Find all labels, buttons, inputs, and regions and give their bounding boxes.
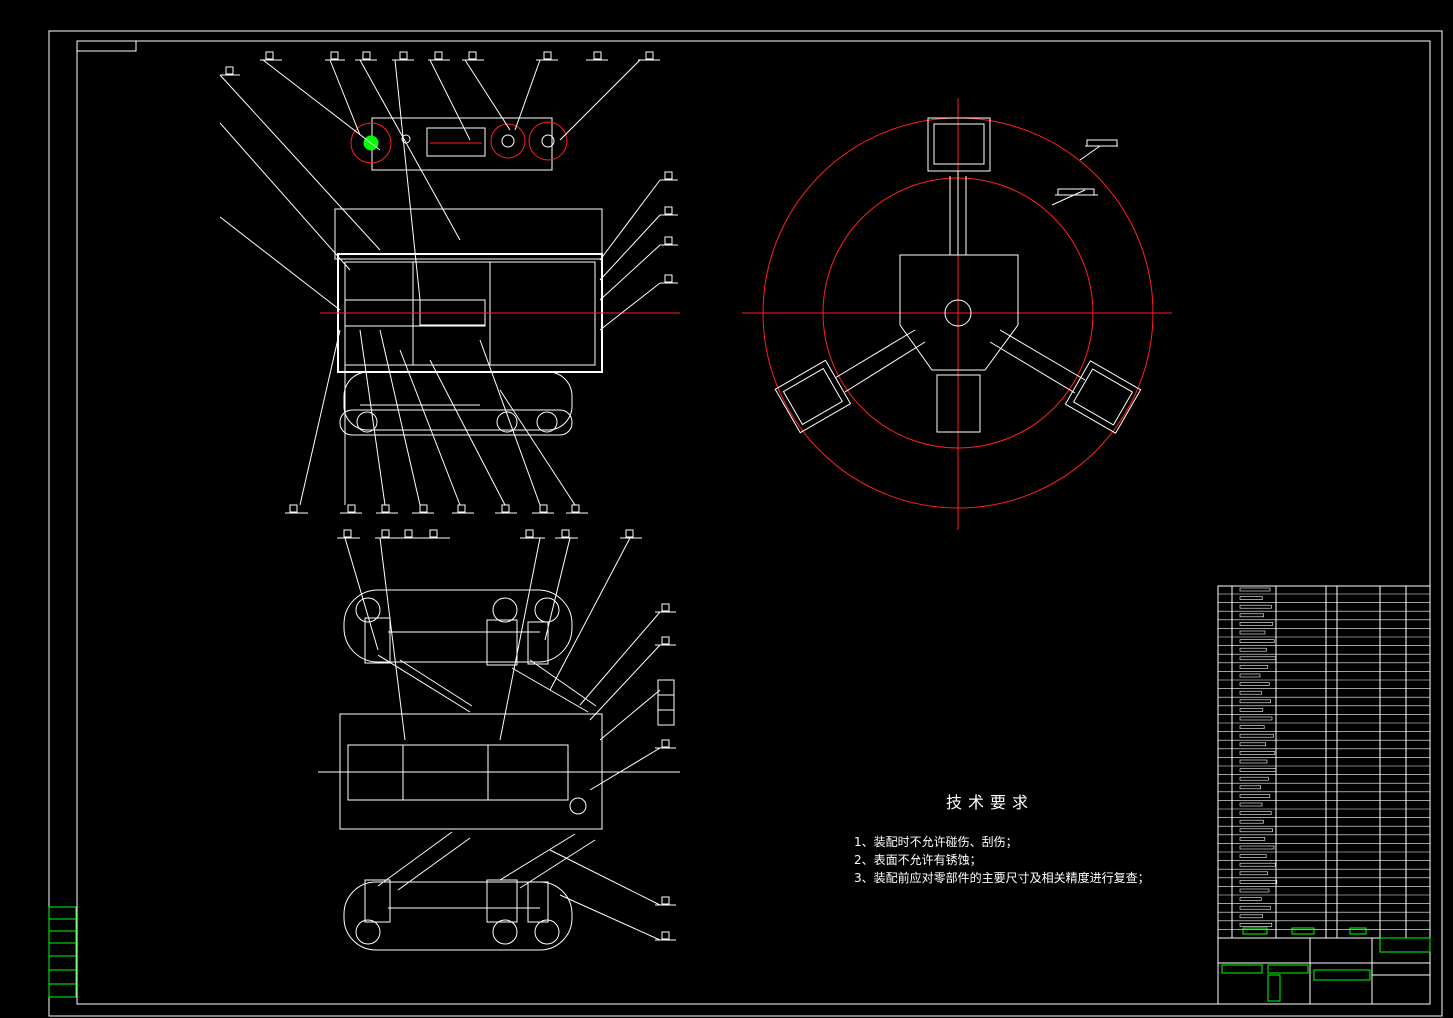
parts-list-entry-mark <box>1239 733 1274 738</box>
parts-list-entry-mark <box>1239 828 1273 833</box>
parts-list-entry-mark <box>1239 604 1272 609</box>
parts-list-entry-mark <box>1239 716 1273 721</box>
parts-list-entry-mark <box>1239 630 1266 635</box>
parts-list-entry-mark <box>1239 768 1277 772</box>
parts-list-entry-mark <box>1239 923 1273 927</box>
leader-lines-front <box>219 59 661 506</box>
parts-list <box>1217 585 1431 939</box>
parts-list-entry-mark <box>1239 682 1270 686</box>
parts-list-entry-mark <box>1239 699 1271 704</box>
title-block <box>1217 937 1431 1005</box>
parts-list-entry-mark <box>1239 837 1266 841</box>
parts-list-entry-mark <box>1239 656 1276 661</box>
title-block-green <box>1221 927 1431 1002</box>
technical-requirements-title: 技术要求 <box>946 793 1035 812</box>
parts-list-entry-mark <box>1239 880 1278 884</box>
technical-requirement-3: 3、装配前应对零部件的主要尺寸及相关精度进行复查； <box>854 871 1150 885</box>
parts-list-entry-mark <box>1239 751 1276 755</box>
parts-list-entry-mark <box>1239 785 1261 790</box>
parts-list-entry-mark <box>1239 888 1270 893</box>
balloon-labels-front <box>220 51 678 514</box>
parts-list-entry-mark <box>1239 622 1274 626</box>
technical-requirement-1: 1、装配时不允许碰伤、刮伤； <box>854 835 1018 849</box>
drawing-frame <box>48 30 1443 1017</box>
engineering-drawing <box>48 30 1443 1017</box>
parts-list-entry-mark <box>1239 647 1267 652</box>
parts-list-entry-mark <box>1239 725 1265 729</box>
parts-list-entry-mark <box>1239 862 1276 867</box>
parts-list-entry-mark <box>1239 690 1262 695</box>
side-view <box>742 98 1172 530</box>
parts-list-entry-mark <box>1239 905 1271 910</box>
parts-list-entry-mark <box>1239 596 1263 600</box>
parts-list-entry-mark <box>1239 845 1275 850</box>
technical-requirement-2: 2、表面不允许有锈蚀； <box>854 853 982 867</box>
top-view <box>318 589 680 951</box>
parts-list-entry-mark <box>1239 871 1268 876</box>
parts-list-entry-mark <box>1239 897 1262 901</box>
parts-list-entry-mark <box>1239 613 1264 618</box>
parts-list-entry-mark <box>1239 639 1275 643</box>
margin-strip <box>48 906 77 998</box>
parts-list-entry-mark <box>1239 587 1271 592</box>
parts-list-entry-mark <box>1239 708 1264 712</box>
parts-list-entry-mark <box>1239 802 1263 807</box>
parts-list-entry-mark <box>1239 742 1266 747</box>
parts-list-entry-mark <box>1239 759 1268 764</box>
parts-list-entry-mark <box>1239 794 1271 798</box>
parts-list-rows <box>1218 587 1430 930</box>
parts-list-entry-mark <box>1239 665 1269 669</box>
parts-list-entry-mark <box>1239 811 1272 815</box>
parts-list-entry-mark <box>1239 673 1261 678</box>
parts-list-entry-mark <box>1239 776 1269 781</box>
parts-list-entry-mark <box>1239 914 1263 919</box>
parts-list-entry-mark <box>1239 854 1267 858</box>
parts-list-entry-mark <box>1239 819 1264 824</box>
